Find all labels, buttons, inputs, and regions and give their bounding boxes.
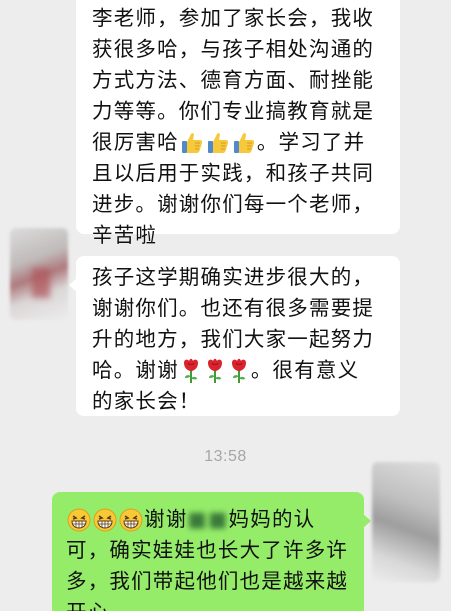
message-line-with-emoji: 很厉害哈 。学习了并 — [92, 127, 384, 158]
message-line: 辛苦啦 — [92, 223, 158, 247]
thumbs-up-icon — [180, 131, 204, 155]
grinning-face-icon — [93, 508, 117, 532]
message-line: 谢谢 — [144, 507, 188, 531]
redacted-name: ■■ — [187, 507, 229, 531]
message-line: 多，我们带起他们也是越来越 — [66, 569, 349, 593]
message-line: 开心 — [66, 597, 348, 611]
message-line: 升的地方，我们大家一起努力 — [92, 327, 375, 351]
message-line: 进步。谢谢你们每一个老师， — [92, 192, 375, 216]
message-line: 哈。谢谢 — [92, 358, 179, 382]
message-line: 方式方法、德育方面、耐挫能 — [92, 68, 375, 92]
message-line: 可，确实娃娃也长大了许多许 — [66, 538, 349, 562]
message-line: 的家长会！ — [92, 389, 201, 413]
message-bubble-outgoing[interactable]: 谢谢■■妈妈的认 可，确实娃娃也长大了许多许 多，我们带起他们也是越来越 开心 — [52, 492, 371, 611]
rose-icon — [180, 358, 202, 384]
sender-avatar[interactable] — [10, 228, 68, 320]
thumbs-up-icon — [206, 131, 230, 155]
rose-icon — [204, 358, 226, 384]
message-bubble-incoming[interactable]: 孩子这学期确实进步很大的， 谢谢你们。也还有很多需要提 升的地方，我们大家一起努… — [69, 256, 400, 416]
message-line: 。学习了并 — [256, 130, 366, 154]
message-line: 很厉害哈 — [92, 130, 179, 154]
own-avatar[interactable] — [372, 462, 440, 582]
rose-icon — [228, 358, 250, 384]
message-line-with-emoji: 哈。谢谢 。很有意义 — [92, 355, 384, 386]
message-line: 。很有意义 — [250, 358, 360, 382]
message-line: 力等等。你们专业搞教育就是 — [92, 99, 375, 123]
message-line-with-emoji: 谢谢■■妈妈的认 — [66, 504, 348, 535]
message-line: 妈妈的认 — [228, 507, 316, 531]
message-line: 孩子这学期确实进步很大的， — [92, 265, 375, 289]
chat-conversation: 李老师，参加了家长会，我收 获很多哈，与孩子相处沟通的 方式方法、德育方面、耐挫… — [0, 0, 451, 611]
message-bubble-incoming[interactable]: 李老师，参加了家长会，我收 获很多哈，与孩子相处沟通的 方式方法、德育方面、耐挫… — [76, 0, 400, 247]
grinning-face-icon — [119, 508, 143, 532]
grinning-face-icon — [67, 508, 91, 532]
message-line: 且以后用于实践，和孩子共同 — [92, 161, 375, 185]
message-line: 李老师，参加了家长会，我收 — [92, 6, 375, 30]
thumbs-up-icon — [232, 131, 256, 155]
message-line: 获很多哈，与孩子相处沟通的 — [92, 37, 375, 61]
message-line: 谢谢你们。也还有很多需要提 — [92, 296, 375, 320]
